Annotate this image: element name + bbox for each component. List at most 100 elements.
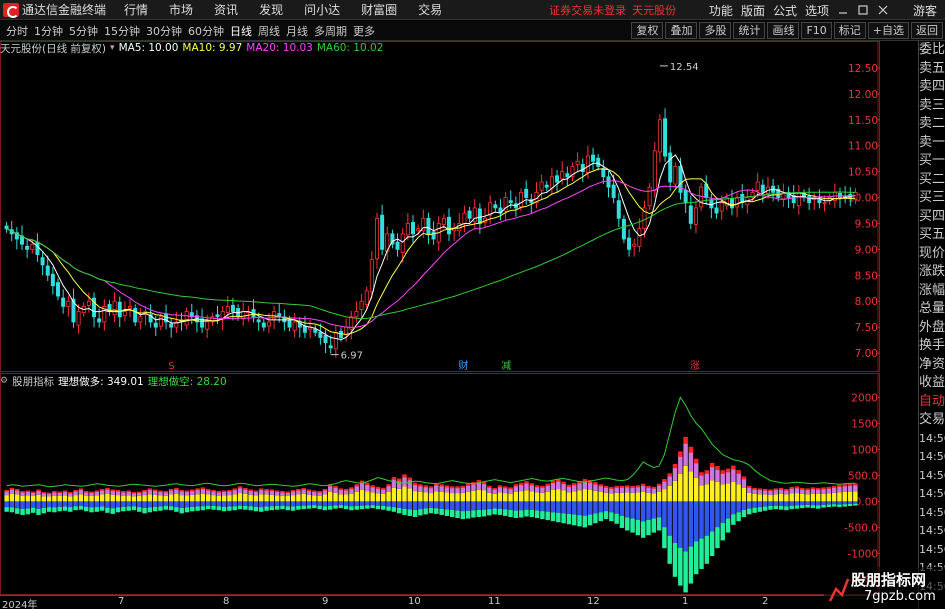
short-bar-bottom	[688, 546, 694, 584]
tool-f10[interactable]: F10	[801, 22, 832, 39]
long-bar-mid	[428, 487, 434, 494]
login-warning[interactable]: 证券交易未登录	[549, 2, 626, 18]
period-weekly[interactable]: 周线	[258, 23, 280, 39]
short-bar-bottom	[375, 505, 381, 510]
stock-title[interactable]: 天元股份(日线 前复权)	[0, 41, 106, 56]
short-bar-bottom	[434, 508, 439, 514]
tool-mark[interactable]: 标记	[833, 22, 866, 39]
short-bar-bottom	[142, 507, 147, 514]
close-icon[interactable]	[877, 4, 889, 16]
menu-market-quotes[interactable]: 行情	[124, 1, 148, 18]
period-30min[interactable]: 30分钟	[146, 23, 182, 39]
long-bar-mid	[709, 466, 715, 481]
menu-discover[interactable]: 发现	[259, 1, 283, 18]
candle-body	[632, 243, 637, 247]
long-bar-top	[736, 470, 741, 474]
candle-body	[591, 154, 596, 162]
settings-gear-icon[interactable]: ⚙	[0, 376, 8, 386]
long-bar-top	[163, 491, 169, 493]
long-bar	[747, 492, 752, 502]
candle-body	[729, 198, 734, 209]
short-bar	[752, 501, 757, 508]
short-bar	[99, 501, 105, 507]
long-bar-top	[89, 491, 94, 494]
long-bar-mid	[221, 491, 227, 496]
side-panel-item[interactable]: 交易	[919, 411, 945, 430]
tool-overlay[interactable]: 叠加	[665, 22, 698, 39]
maximize-icon[interactable]	[857, 4, 869, 16]
long-bar-mid	[778, 489, 784, 494]
menu-news[interactable]: 资讯	[214, 1, 238, 18]
short-bar	[68, 501, 73, 508]
tool-back[interactable]: 返回	[911, 22, 943, 39]
side-panel-item: 收益	[919, 375, 945, 390]
short-bar	[381, 501, 386, 506]
guest-user[interactable]: 游客	[913, 2, 937, 19]
short-bar-bottom	[651, 518, 657, 533]
side-panel-item: 14:56	[919, 450, 945, 463]
long-bar	[227, 495, 232, 502]
menu-market[interactable]: 市场	[169, 1, 193, 18]
long-bar-mid	[593, 484, 598, 491]
period-intraday[interactable]: 分时	[6, 23, 28, 39]
long-bar-mid	[699, 475, 704, 486]
event-tag: 涨	[690, 360, 700, 372]
short-bar-bottom	[343, 505, 349, 510]
short-bar	[853, 501, 858, 504]
indicator-chart[interactable]: 200015001000500.00.00-500.0-1000-1500	[0, 373, 880, 595]
minimize-icon[interactable]	[837, 4, 849, 16]
period-multi[interactable]: 多周期	[314, 23, 347, 39]
dropdown-arrow-icon[interactable]: ▾	[110, 43, 115, 53]
tool-statistics[interactable]: 统计	[733, 22, 766, 39]
menu-formula[interactable]: 公式	[773, 2, 797, 19]
menu-options[interactable]: 选项	[805, 2, 829, 19]
long-bar-top	[280, 491, 285, 493]
long-bar-mid	[200, 488, 206, 494]
candle-body	[256, 319, 261, 323]
short-bar-bottom	[57, 506, 62, 512]
period-more[interactable]: 更多	[353, 23, 375, 39]
side-panel-item: 现价	[919, 245, 945, 261]
sub-tick-label: 500.0	[848, 470, 878, 482]
short-bar	[396, 501, 402, 508]
long-bar	[556, 489, 561, 502]
period-60min[interactable]: 60分钟	[188, 23, 224, 39]
long-bar	[577, 490, 582, 502]
period-daily[interactable]: 日线	[230, 23, 252, 39]
short-bar-bottom	[184, 507, 190, 513]
long-bar	[163, 495, 169, 502]
menu-layout[interactable]: 版面	[741, 2, 765, 19]
short-bar-bottom	[593, 513, 598, 524]
side-panel-item: 14:56	[919, 505, 945, 519]
long-bar-mid	[62, 491, 68, 496]
tool-multi-stock[interactable]: 多股	[699, 22, 732, 39]
menu-ask-assistant[interactable]: 问小达	[304, 1, 340, 18]
long-bar-mid	[152, 490, 158, 495]
side-panel-item[interactable]: 自动	[919, 393, 945, 412]
short-bar-bottom	[476, 509, 481, 517]
long-bar-top	[274, 490, 280, 493]
long-bar	[290, 495, 296, 502]
menu-functions[interactable]: 功能	[709, 2, 733, 19]
period-15min[interactable]: 15分钟	[104, 23, 140, 39]
short-bar-bottom	[471, 510, 476, 518]
long-bar	[699, 485, 704, 502]
period-monthly[interactable]: 月线	[286, 23, 308, 39]
long-bar-top	[370, 485, 375, 488]
long-bar	[274, 495, 280, 502]
tool-add-watchlist[interactable]: +自选	[867, 22, 909, 39]
tool-adjust[interactable]: 复权	[631, 22, 664, 39]
period-1min[interactable]: 1分钟	[34, 23, 63, 39]
menu-trade[interactable]: 交易	[418, 1, 442, 18]
period-5min[interactable]: 5分钟	[69, 23, 98, 39]
long-bar-mid	[216, 492, 222, 496]
short-bar	[285, 501, 291, 507]
menu-wealth-circle[interactable]: 财富圈	[361, 1, 397, 18]
short-bar-bottom	[747, 508, 752, 515]
candlestick-chart[interactable]: 12.5012.0011.5011.0010.5010.009.509.008.…	[0, 41, 880, 372]
indicator-title[interactable]: 股朋指标	[12, 374, 54, 389]
short-bar	[566, 501, 572, 514]
candle-body	[354, 311, 359, 318]
tool-drawing[interactable]: 画线	[767, 22, 800, 39]
long-bar-mid	[9, 489, 15, 494]
